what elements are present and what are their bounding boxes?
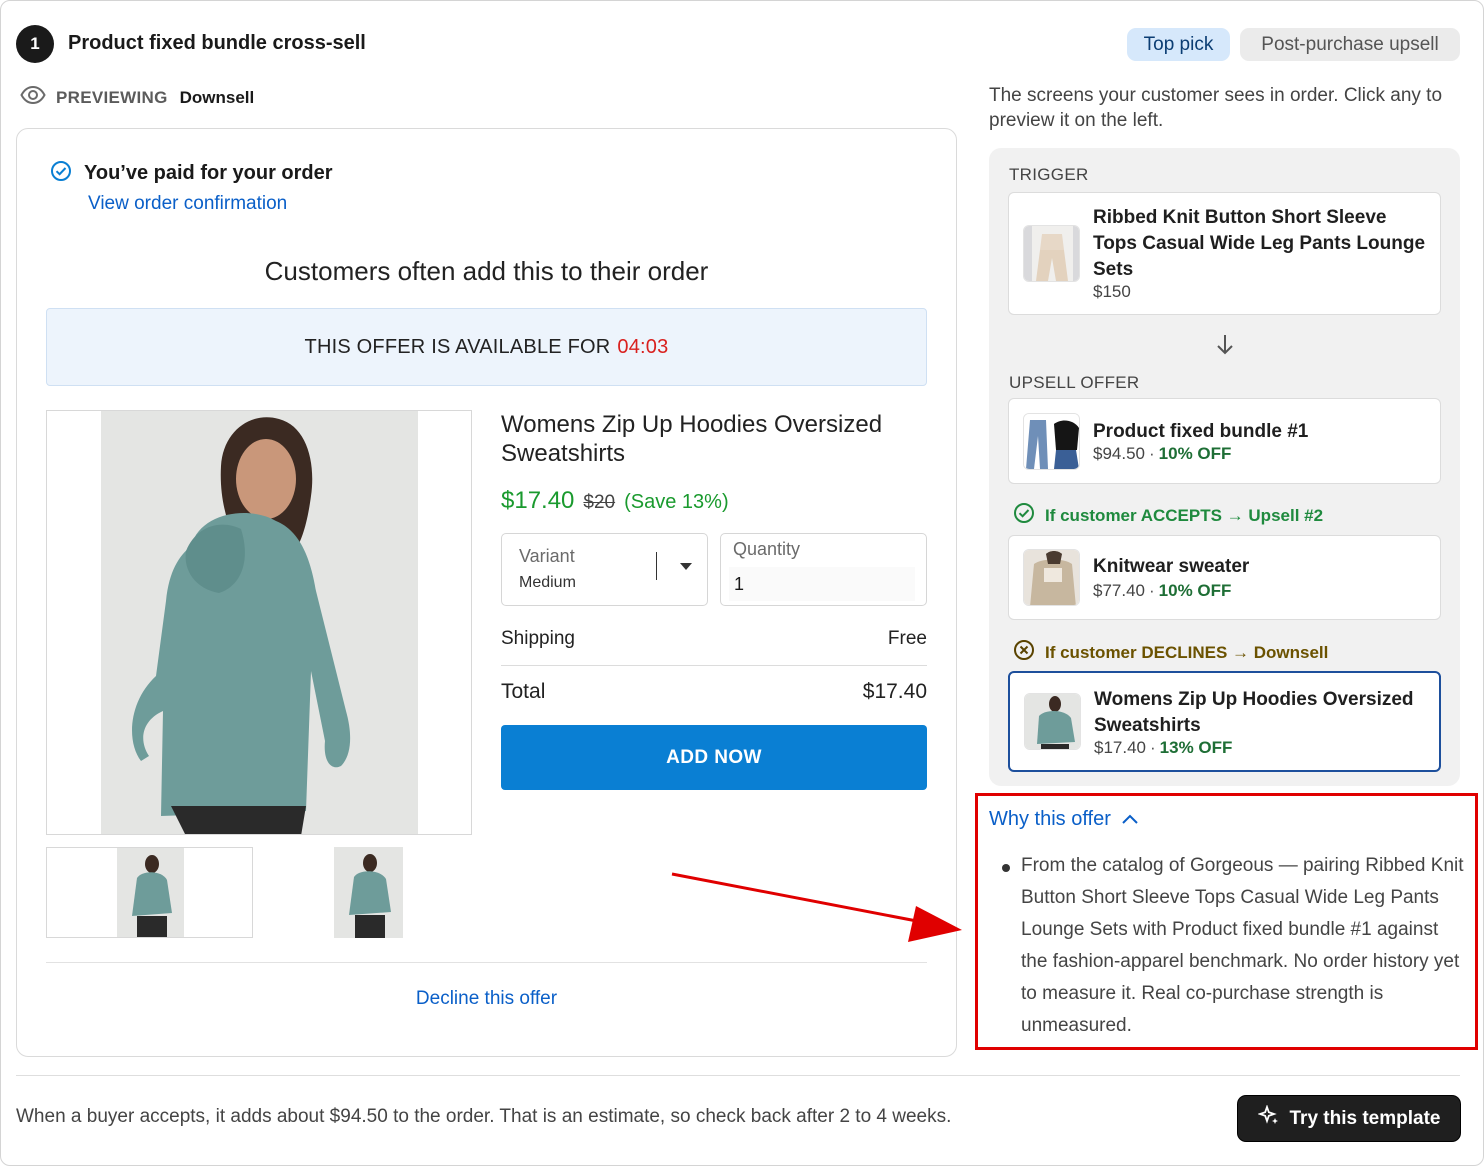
previewing-label: PREVIEWING (56, 87, 168, 107)
variant-select[interactable]: Variant Medium (501, 533, 708, 606)
shipping-label: Shipping (501, 628, 575, 649)
estimate-note: When a buyer accepts, it adds about $94.… (16, 1106, 952, 1127)
upsell-price: $94.50 (1093, 444, 1145, 463)
why-this-offer-label: Why this offer (989, 808, 1111, 830)
trigger-product-price: $150 (1093, 282, 1131, 301)
previewing-indicator: PREVIEWING Downsell (20, 85, 255, 109)
decline-condition-text: If customer DECLINES → Downsell (1045, 642, 1329, 662)
variant-label: Variant (519, 546, 575, 566)
accept-condition-text: If customer ACCEPTS → Upsell #2 (1045, 505, 1324, 525)
add-now-button[interactable]: ADD NOW (501, 725, 927, 790)
paid-title: You’ve paid for your order (84, 162, 333, 184)
upsell-2-product-image (1023, 549, 1080, 606)
trigger-product-image (1023, 225, 1080, 282)
offer-banner-text: THIS OFFER IS AVAILABLE FOR (304, 335, 611, 358)
chevron-up-icon (1121, 808, 1139, 831)
chevron-down-icon (680, 563, 692, 570)
total-value: $17.40 (862, 680, 927, 703)
shipping-value: Free (887, 628, 927, 649)
sparkle-icon (1256, 1103, 1280, 1133)
quantity-label: Quantity (733, 539, 801, 559)
upsell-2-product-title: Knitwear sweater (1093, 556, 1250, 577)
offer-timer-banner: THIS OFFER IS AVAILABLE FOR 04:03 (46, 308, 927, 386)
downsell-price: $17.40 (1094, 738, 1146, 757)
upsell-2-price: $77.40 (1093, 581, 1145, 600)
check-circle-icon (1013, 502, 1035, 529)
downsell-product-title: Womens Zip Up Hoodies Oversized Sweatshi… (1094, 689, 1414, 736)
price-row: $17.40 $20 (Save 13%) (501, 487, 729, 515)
view-order-confirmation-link[interactable]: View order confirmation (88, 193, 287, 215)
upsell-product-title: Product fixed bundle #1 (1093, 421, 1309, 442)
decline-offer-link[interactable]: Decline this offer (46, 988, 927, 1010)
savings-text: (Save 13%) (624, 491, 729, 513)
footer-divider (16, 1075, 1460, 1076)
arrow-down-icon (1215, 333, 1235, 362)
trigger-product-title: Ribbed Knit Button Short Sleeve Tops Cas… (1093, 207, 1426, 280)
card-divider (46, 962, 927, 963)
offer-heading: Customers often add this to their order (264, 256, 709, 286)
product-main-image (46, 410, 472, 835)
sale-price: $17.40 (501, 487, 575, 514)
upsell-offer-label: UPSELL OFFER (1009, 373, 1140, 392)
summary-divider (501, 665, 927, 666)
why-offer-explanation: From the catalog of Gorgeous — pairing R… (1021, 855, 1464, 1036)
check-circle-icon (50, 160, 72, 187)
downsell-product-image (1024, 693, 1081, 750)
variant-value: Medium (519, 574, 576, 591)
product-thumbnail-2[interactable] (334, 847, 403, 938)
product-title: Womens Zip Up Hoodies Oversized Sweatshi… (501, 411, 883, 467)
trigger-product-card[interactable]: Ribbed Knit Button Short Sleeve Tops Cas… (1008, 192, 1441, 315)
upsell-discount: 10% OFF (1158, 444, 1232, 463)
product-thumbnail-1[interactable] (46, 847, 253, 938)
try-template-label: Try this template (1289, 1107, 1441, 1129)
upsell-price-row: $94.50 · 10% OFF (1093, 444, 1232, 463)
paid-confirmation: You’ve paid for your order (50, 160, 333, 187)
upsell-product-image (1023, 413, 1080, 470)
total-row: Total $17.40 (501, 680, 927, 704)
total-label: Total (501, 680, 546, 703)
bullet-icon (1002, 864, 1010, 872)
category-badge: Post-purchase upsell (1240, 28, 1460, 61)
quantity-field[interactable]: Quantity 1 (720, 533, 927, 606)
step-number-badge: 1 (16, 25, 54, 63)
template-title: Product fixed bundle cross-sell (68, 32, 366, 54)
flow-description: The screens your customer sees in order.… (989, 85, 1443, 131)
top-pick-badge: Top pick (1127, 28, 1230, 61)
downsell-discount: 13% OFF (1159, 738, 1233, 757)
try-template-button[interactable]: Try this template (1238, 1096, 1460, 1141)
why-this-offer-toggle[interactable]: Why this offer (989, 808, 1139, 831)
x-circle-icon (1013, 639, 1035, 666)
original-price: $20 (583, 492, 616, 513)
previewing-value: Downsell (179, 87, 255, 107)
downsell-price-row: $17.40 · 13% OFF (1094, 738, 1233, 757)
downsell-card[interactable]: Womens Zip Up Hoodies Oversized Sweatshi… (1008, 671, 1441, 772)
countdown-timer: 04:03 (617, 335, 669, 358)
trigger-label: TRIGGER (1009, 165, 1089, 184)
shipping-row: Shipping Free (501, 628, 927, 650)
upsell-2-discount: 10% OFF (1158, 581, 1232, 600)
upsell-2-card[interactable]: Knitwear sweater $77.40 · 10% OFF (1008, 535, 1441, 620)
decline-condition: If customer DECLINES → Downsell (1013, 639, 1328, 666)
eye-icon (20, 85, 46, 109)
upsell-2-price-row: $77.40 · 10% OFF (1093, 581, 1232, 600)
accept-condition: If customer ACCEPTS → Upsell #2 (1013, 502, 1323, 529)
quantity-input[interactable]: 1 (729, 567, 915, 601)
annotation-arrow-icon (671, 872, 962, 942)
upsell-offer-card[interactable]: Product fixed bundle #1 $94.50 · 10% OFF (1008, 398, 1441, 484)
